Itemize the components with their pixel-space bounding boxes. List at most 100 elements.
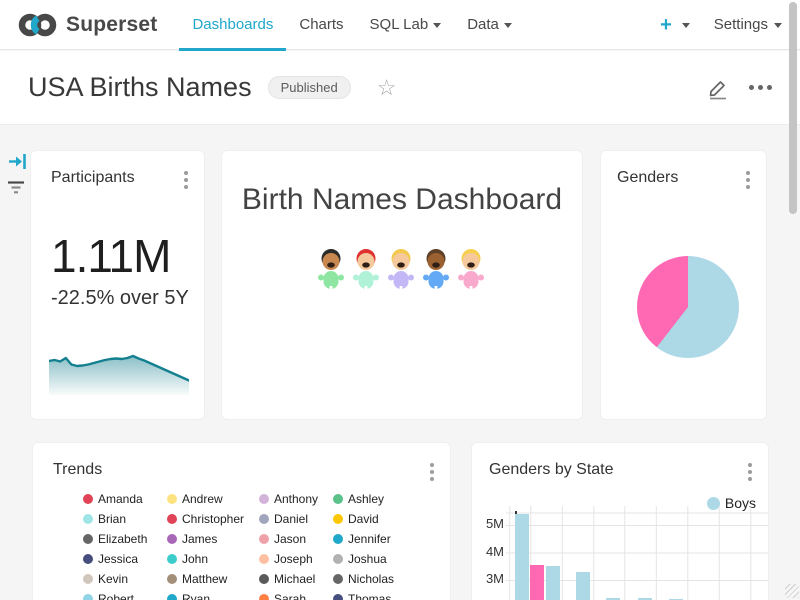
legend-label: Nicholas xyxy=(348,572,394,586)
legend-item[interactable]: Jessica xyxy=(83,549,167,569)
expand-filter-bar-icon[interactable] xyxy=(8,153,27,170)
add-new-button[interactable]: + xyxy=(660,15,672,35)
baby-emoji xyxy=(454,247,488,297)
chart-kebab-menu-icon[interactable] xyxy=(748,463,752,481)
legend-item[interactable]: Amanda xyxy=(83,489,167,509)
legend-label: Michael xyxy=(274,572,315,586)
settings-menu[interactable]: Settings xyxy=(714,16,782,33)
chevron-down-icon xyxy=(504,23,512,28)
dashboard-header: USA Births Names Published ☆ xyxy=(0,51,800,125)
legend-item[interactable]: Christopher xyxy=(167,509,259,529)
scrollbar-thumb[interactable] xyxy=(789,2,797,214)
baby-emoji xyxy=(314,247,348,297)
page-title: USA Births Names xyxy=(28,72,252,103)
markdown-card: Birth Names Dashboard xyxy=(221,150,583,420)
legend-dot xyxy=(259,574,269,584)
legend-item[interactable]: David xyxy=(333,509,394,529)
legend-label: Ashley xyxy=(348,492,384,506)
legend-label: Christopher xyxy=(182,512,244,526)
nav-tab-label: Dashboards xyxy=(192,16,273,33)
settings-label: Settings xyxy=(714,16,768,33)
genders-by-state-card: Genders by State Boys 5M 4M 3M xyxy=(471,442,769,600)
bar-girls[interactable] xyxy=(530,565,544,600)
nav-tab-charts[interactable]: Charts xyxy=(286,0,356,50)
nav-tab-data[interactable]: Data xyxy=(454,0,525,50)
babies-row xyxy=(314,247,488,297)
chevron-down-icon xyxy=(774,23,782,28)
legend-item[interactable]: Thomas xyxy=(333,589,394,600)
genders-pie-chart[interactable] xyxy=(637,256,739,358)
chart-kebab-menu-icon[interactable] xyxy=(184,171,188,189)
legend-label: Joshua xyxy=(348,552,387,566)
big-number-value: 1.11M xyxy=(51,229,170,283)
chart-title: Genders xyxy=(617,169,678,187)
legend-item[interactable]: Joseph xyxy=(259,549,333,569)
chart-kebab-menu-icon[interactable] xyxy=(430,463,434,481)
legend-item[interactable]: Ryan xyxy=(167,589,259,600)
legend-dot xyxy=(167,554,177,564)
legend-item[interactable]: Anthony xyxy=(259,489,333,509)
chevron-down-icon[interactable] xyxy=(682,23,690,28)
legend-dot xyxy=(333,574,343,584)
superset-logo[interactable]: Superset xyxy=(18,12,157,38)
legend-item[interactable]: Sarah xyxy=(259,589,333,600)
chart-title: Trends xyxy=(53,461,102,479)
nav-tab-dashboards[interactable]: Dashboards xyxy=(179,0,286,50)
chart-title: Participants xyxy=(51,169,135,187)
legend-dot xyxy=(259,594,269,600)
nav-tab-sqllab[interactable]: SQL Lab xyxy=(357,0,455,50)
legend-item[interactable]: Daniel xyxy=(259,509,333,529)
nav-menu: Dashboards Charts SQL Lab Data xyxy=(179,0,524,50)
edit-pencil-icon[interactable] xyxy=(705,75,731,101)
legend-item[interactable]: Joshua xyxy=(333,549,394,569)
legend-dot xyxy=(167,594,177,600)
legend-item[interactable]: Andrew xyxy=(167,489,259,509)
legend-item[interactable]: Matthew xyxy=(167,569,259,589)
legend-dot xyxy=(167,574,177,584)
resize-handle-icon[interactable] xyxy=(785,584,799,598)
legend-dot xyxy=(333,594,343,600)
legend-label: Anthony xyxy=(274,492,318,506)
legend-item[interactable]: Elizabeth xyxy=(83,529,167,549)
legend-dot xyxy=(83,594,93,600)
bar-boys[interactable] xyxy=(546,566,560,600)
legend-item[interactable]: Ashley xyxy=(333,489,394,509)
legend-label: Elizabeth xyxy=(98,532,147,546)
legend-dot xyxy=(83,494,93,504)
legend-label: Amanda xyxy=(98,492,143,506)
logo-text: Superset xyxy=(66,13,157,37)
published-badge[interactable]: Published xyxy=(268,76,351,99)
legend-dot xyxy=(333,514,343,524)
legend-item[interactable]: Kevin xyxy=(83,569,167,589)
legend-item[interactable]: Jennifer xyxy=(333,529,394,549)
legend-dot xyxy=(259,514,269,524)
legend-item[interactable]: John xyxy=(167,549,259,569)
nav-tab-label: Charts xyxy=(299,16,343,33)
legend-item[interactable]: Jason xyxy=(259,529,333,549)
chart-kebab-menu-icon[interactable] xyxy=(746,171,750,189)
legend-label: Jessica xyxy=(98,552,138,566)
legend-dot xyxy=(83,534,93,544)
y-axis-tick: 4M xyxy=(478,544,504,559)
legend-dot xyxy=(333,494,343,504)
filter-funnel-icon[interactable] xyxy=(7,180,25,195)
legend-label: Thomas xyxy=(348,592,391,600)
legend-item[interactable]: Brian xyxy=(83,509,167,529)
legend-dot xyxy=(259,534,269,544)
legend-item[interactable]: Michael xyxy=(259,569,333,589)
legend-label: Kevin xyxy=(98,572,128,586)
favorite-star-icon[interactable]: ☆ xyxy=(377,77,397,99)
legend-item[interactable]: Robert xyxy=(83,589,167,600)
chevron-down-icon xyxy=(433,23,441,28)
baby-emoji xyxy=(349,247,383,297)
baby-emoji xyxy=(384,247,418,297)
legend-item[interactable]: Nicholas xyxy=(333,569,394,589)
bar-boys[interactable] xyxy=(576,572,590,600)
legend-label: John xyxy=(182,552,208,566)
legend-item[interactable]: James xyxy=(167,529,259,549)
top-nav: Superset Dashboards Charts SQL Lab Data … xyxy=(0,0,800,50)
bar-boys[interactable] xyxy=(515,514,529,600)
more-actions-icon[interactable] xyxy=(749,85,772,90)
big-number-subheader: -22.5% over 5Y xyxy=(51,287,189,310)
genders-card: Genders xyxy=(600,150,767,420)
